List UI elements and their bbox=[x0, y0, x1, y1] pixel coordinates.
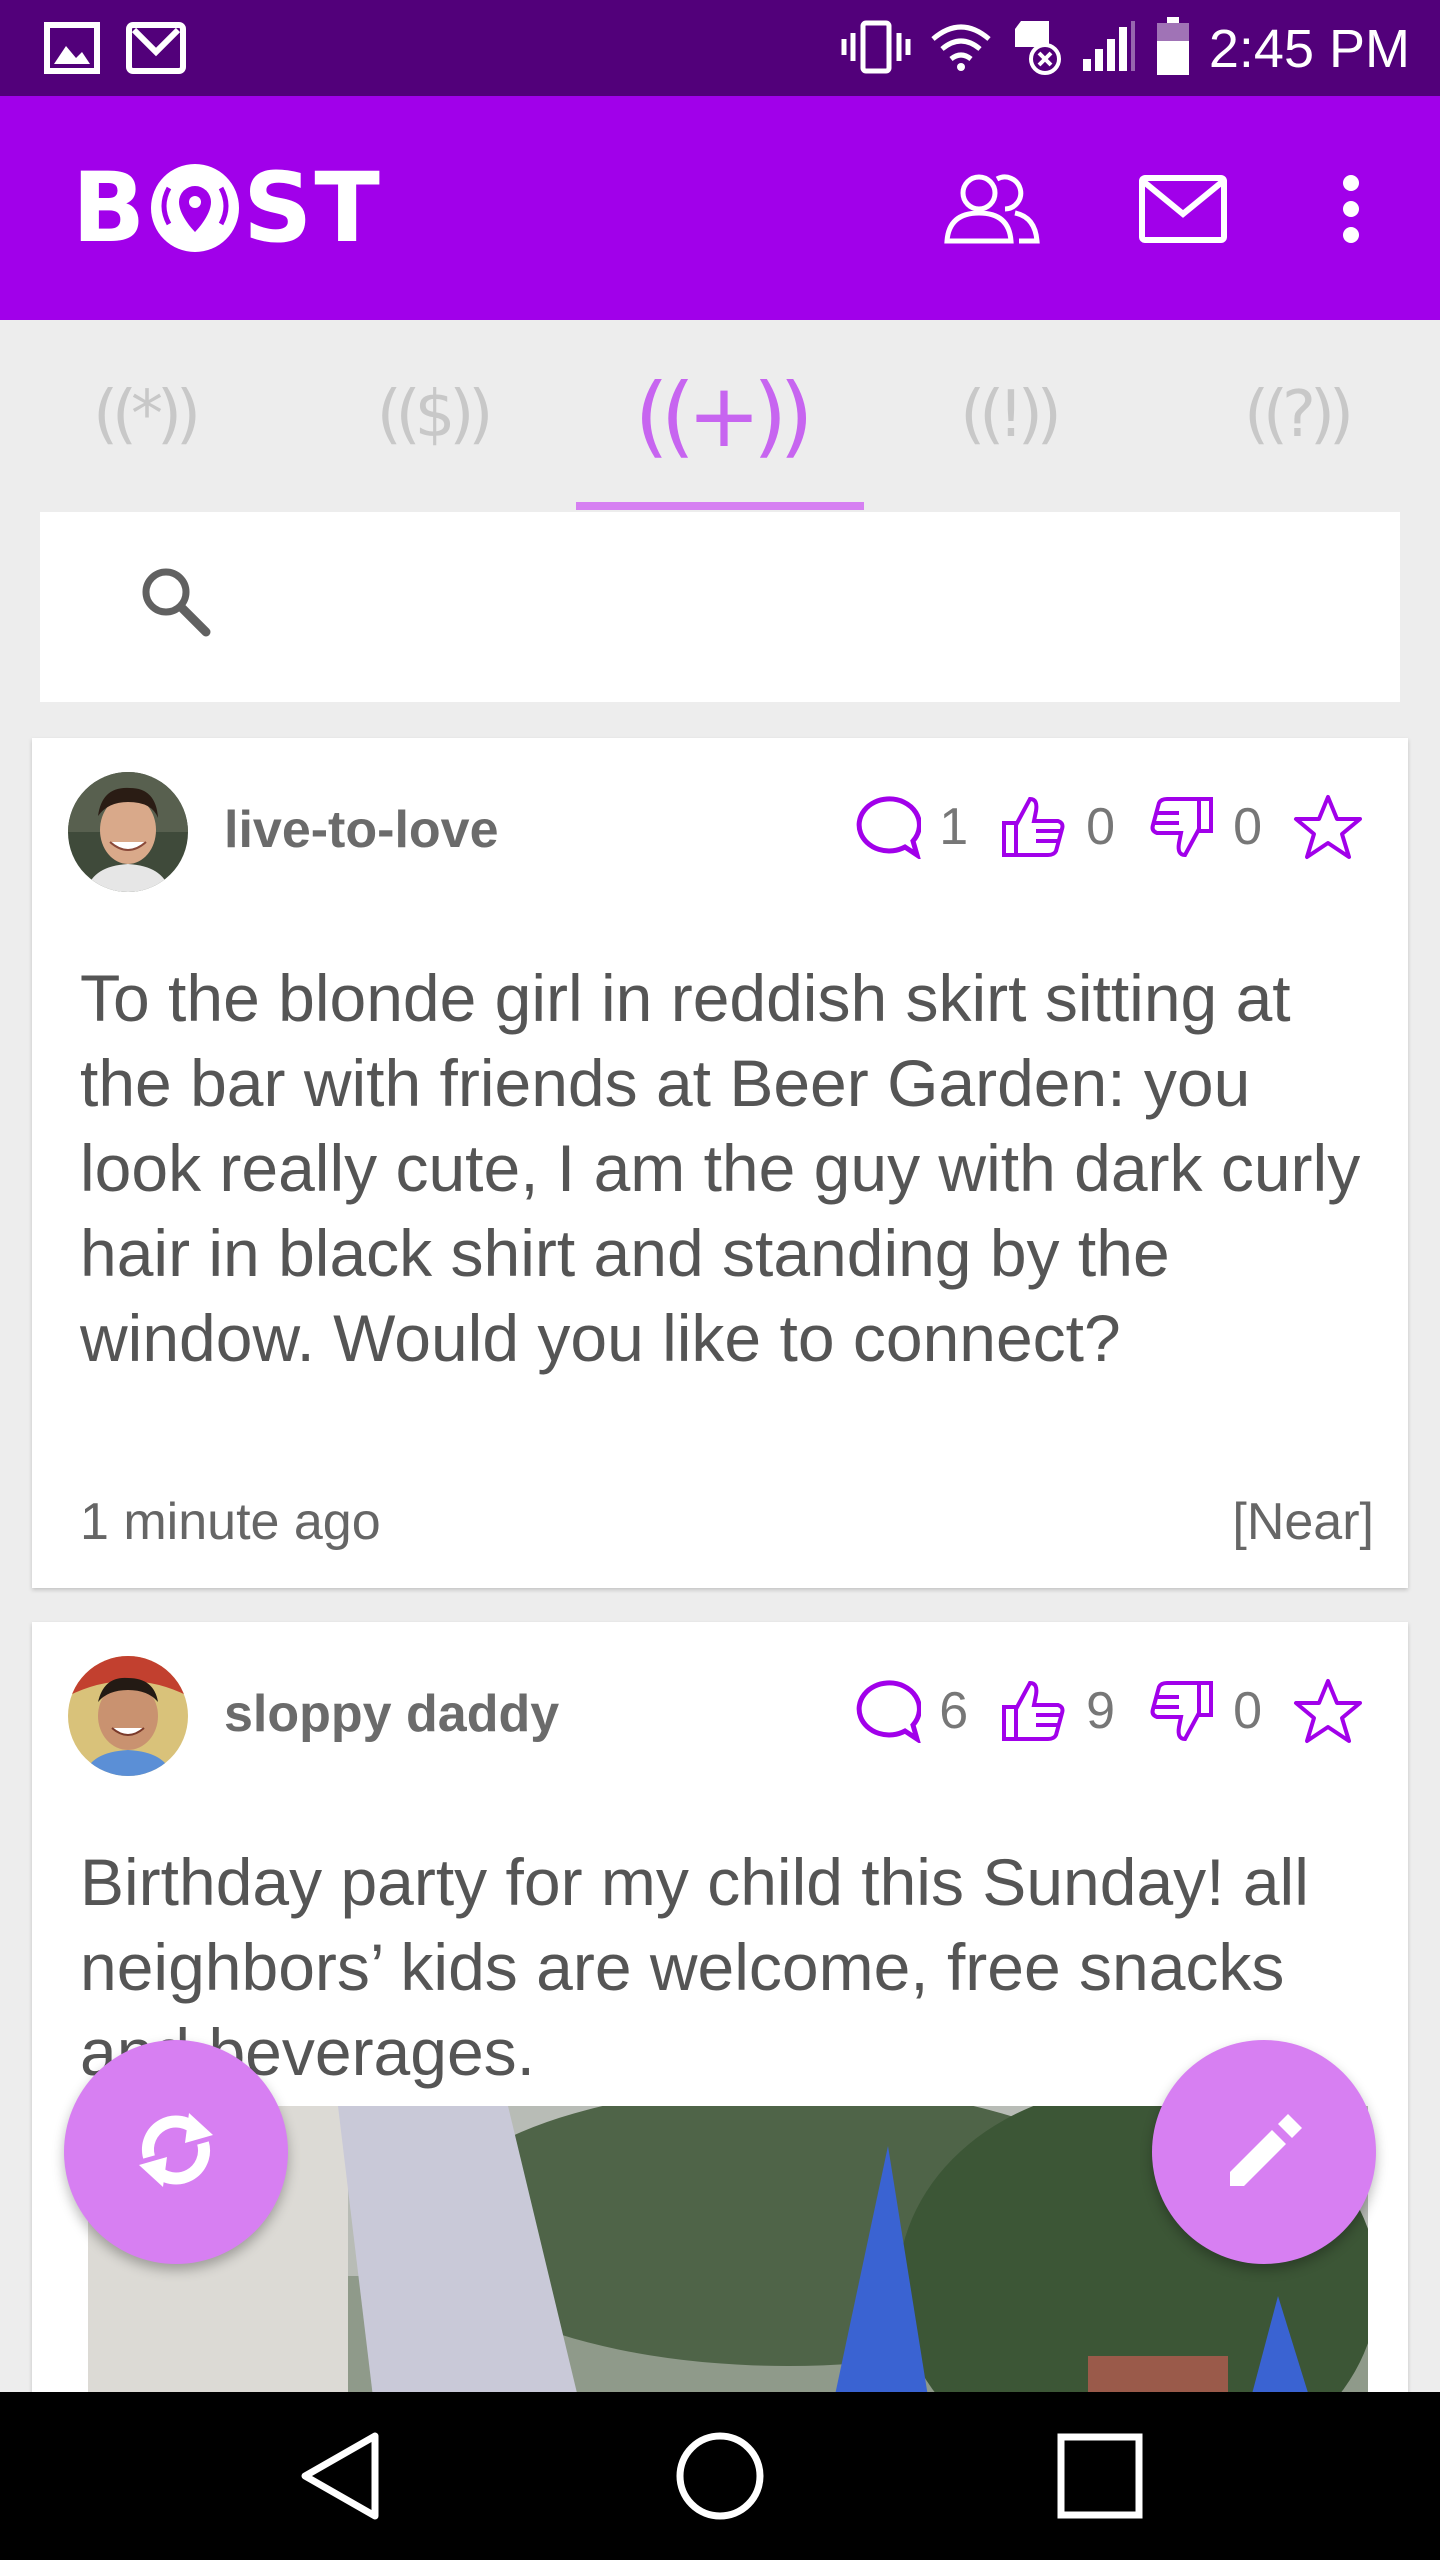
system-nav-bar bbox=[0, 2392, 1440, 2560]
signal-icon bbox=[1081, 20, 1137, 78]
compose-button[interactable] bbox=[1152, 2040, 1376, 2264]
sd-card-icon bbox=[1011, 17, 1063, 82]
vibrate-icon bbox=[841, 19, 911, 80]
post-text: Birthday party for my child this Sunday!… bbox=[80, 1845, 1309, 2089]
post-stats: 6 9 0 bbox=[851, 1666, 1364, 1756]
dislike-count: 0 bbox=[1233, 798, 1262, 856]
active-tab-indicator bbox=[576, 502, 864, 510]
distance-tag: [Near] bbox=[1232, 1493, 1374, 1551]
search-icon[interactable] bbox=[136, 562, 216, 647]
like-count: 9 bbox=[1086, 1682, 1116, 1740]
dislike-count: 0 bbox=[1233, 1682, 1262, 1740]
post-text: To the blonde girl in reddish skirt sitt… bbox=[80, 961, 1361, 1375]
more-vert-icon[interactable] bbox=[1296, 154, 1406, 264]
post-card[interactable]: live-to-love 1 0 0 To the blonde girl in… bbox=[32, 738, 1408, 1588]
logo-broadcast-pin-icon bbox=[145, 158, 245, 258]
refresh-button[interactable] bbox=[64, 2040, 288, 2264]
wifi-icon bbox=[929, 21, 993, 78]
comment-count: 1 bbox=[939, 798, 969, 856]
avatar[interactable] bbox=[68, 772, 188, 892]
recents-icon[interactable] bbox=[1040, 2416, 1160, 2536]
app-bar: B ST bbox=[0, 96, 1440, 320]
status-time: 2:45 PM bbox=[1208, 19, 1410, 79]
category-tabs: ((*)) (($)) ((+)) ((!)) ((?)) bbox=[0, 320, 1440, 510]
tab-question[interactable]: ((?)) bbox=[1152, 320, 1440, 510]
tab-money[interactable]: (($)) bbox=[288, 320, 576, 510]
comment-icon[interactable] bbox=[851, 1675, 923, 1747]
refresh-icon bbox=[131, 2105, 221, 2200]
tab-plus[interactable]: ((+)) bbox=[576, 320, 864, 510]
app-logo: B ST bbox=[72, 152, 382, 264]
gallery-icon bbox=[44, 22, 100, 79]
battery-icon bbox=[1155, 16, 1191, 82]
thumbs-down-icon[interactable] bbox=[1145, 791, 1217, 863]
comment-icon[interactable] bbox=[851, 791, 923, 863]
like-count: 0 bbox=[1086, 798, 1116, 856]
post-timestamp: 1 minute ago bbox=[80, 1493, 381, 1551]
status-bar: 2:45 PM bbox=[0, 0, 1440, 96]
back-icon[interactable] bbox=[280, 2416, 400, 2536]
username[interactable]: live-to-love bbox=[224, 800, 499, 860]
thumbs-up-icon[interactable] bbox=[998, 791, 1070, 863]
edit-icon bbox=[1222, 2108, 1306, 2197]
avatar[interactable] bbox=[68, 1656, 188, 1776]
tab-all[interactable]: ((*)) bbox=[0, 320, 288, 510]
username[interactable]: sloppy daddy bbox=[224, 1684, 559, 1744]
post-stats: 1 0 0 bbox=[851, 782, 1364, 872]
thumbs-down-icon[interactable] bbox=[1145, 1675, 1217, 1747]
search-box[interactable] bbox=[40, 512, 1400, 702]
star-icon[interactable] bbox=[1292, 791, 1364, 863]
home-icon[interactable] bbox=[660, 2416, 780, 2536]
gmail-icon bbox=[126, 22, 186, 79]
star-icon[interactable] bbox=[1292, 1675, 1364, 1747]
comment-count: 6 bbox=[939, 1682, 969, 1740]
tab-alert[interactable]: ((!)) bbox=[864, 320, 1152, 510]
search-input[interactable] bbox=[240, 562, 1360, 652]
mail-icon[interactable] bbox=[1128, 154, 1238, 264]
friends-icon[interactable] bbox=[936, 154, 1046, 264]
thumbs-up-icon[interactable] bbox=[998, 1675, 1070, 1747]
